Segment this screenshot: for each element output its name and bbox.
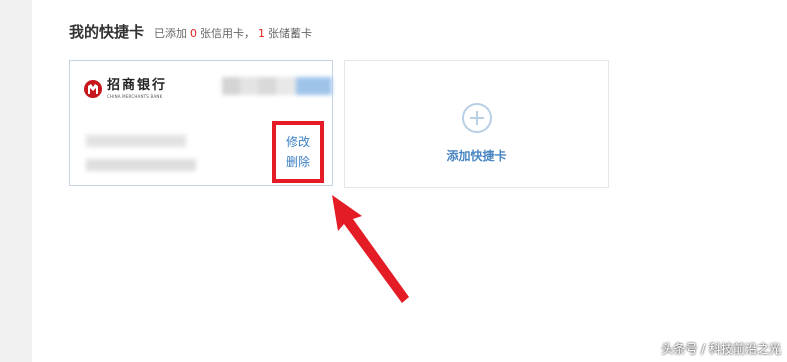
- red-arrow-icon: [332, 195, 409, 303]
- watermark: 头条号 / 科技前沿之光: [661, 342, 781, 356]
